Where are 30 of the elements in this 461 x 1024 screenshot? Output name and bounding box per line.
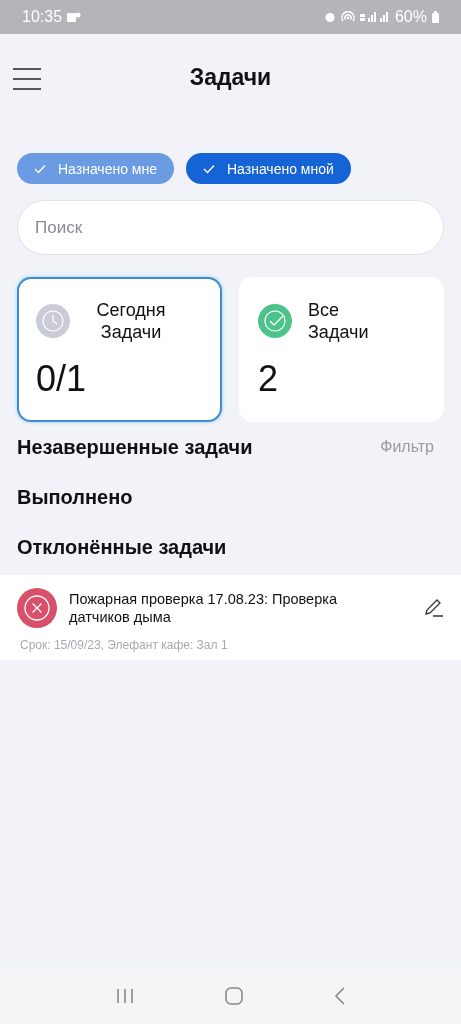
section-title[interactable]: Отклонённые задачи xyxy=(17,535,227,559)
check-icon xyxy=(203,163,215,174)
filter-chip[interactable]: Назначено мной xyxy=(186,153,351,184)
clock-icon xyxy=(36,304,70,338)
menu-icon[interactable] xyxy=(13,68,41,90)
card-count: 0/1 xyxy=(36,358,88,400)
page-title: Задачи xyxy=(189,63,272,91)
status-time: 10:35 xyxy=(22,8,63,26)
card-count: 2 xyxy=(258,358,280,400)
signal-icon xyxy=(359,11,390,23)
card-title: Сегодня Задачи xyxy=(95,299,167,343)
summary-card[interactable]: Сегодня Задачи 0/1 xyxy=(17,277,222,422)
card-title: Все Задачи xyxy=(308,299,370,343)
recent-apps-icon[interactable] xyxy=(115,988,134,1004)
hotspot-icon xyxy=(340,11,355,23)
task-title: Пожарная проверка 17.08.23: Проверка датчиков дыма xyxy=(69,590,338,626)
check-icon xyxy=(34,163,46,174)
section-title[interactable]: Выполнено xyxy=(17,485,133,509)
task-meta: Срок: 15/09/23, Элефант кафе: Зал 1 xyxy=(19,638,229,652)
rejected-icon xyxy=(17,588,57,628)
battery-icon xyxy=(432,11,439,23)
battery-percent: 60% xyxy=(394,8,427,26)
home-icon[interactable] xyxy=(224,987,243,1005)
edit-icon[interactable] xyxy=(424,599,444,617)
search-field[interactable]: Поиск xyxy=(17,200,444,255)
task-row[interactable]: Пожарная проверка 17.08.23: Проверка датчиков дыма Срок: 15/09/23, Элефант кафе: Зал 1 xyxy=(0,575,461,660)
section-title[interactable]: Незавершенные задачи xyxy=(17,435,253,459)
summary-card[interactable]: Все Задачи 2 xyxy=(239,277,444,422)
check-circle-icon xyxy=(258,304,292,338)
back-icon[interactable] xyxy=(333,987,346,1005)
